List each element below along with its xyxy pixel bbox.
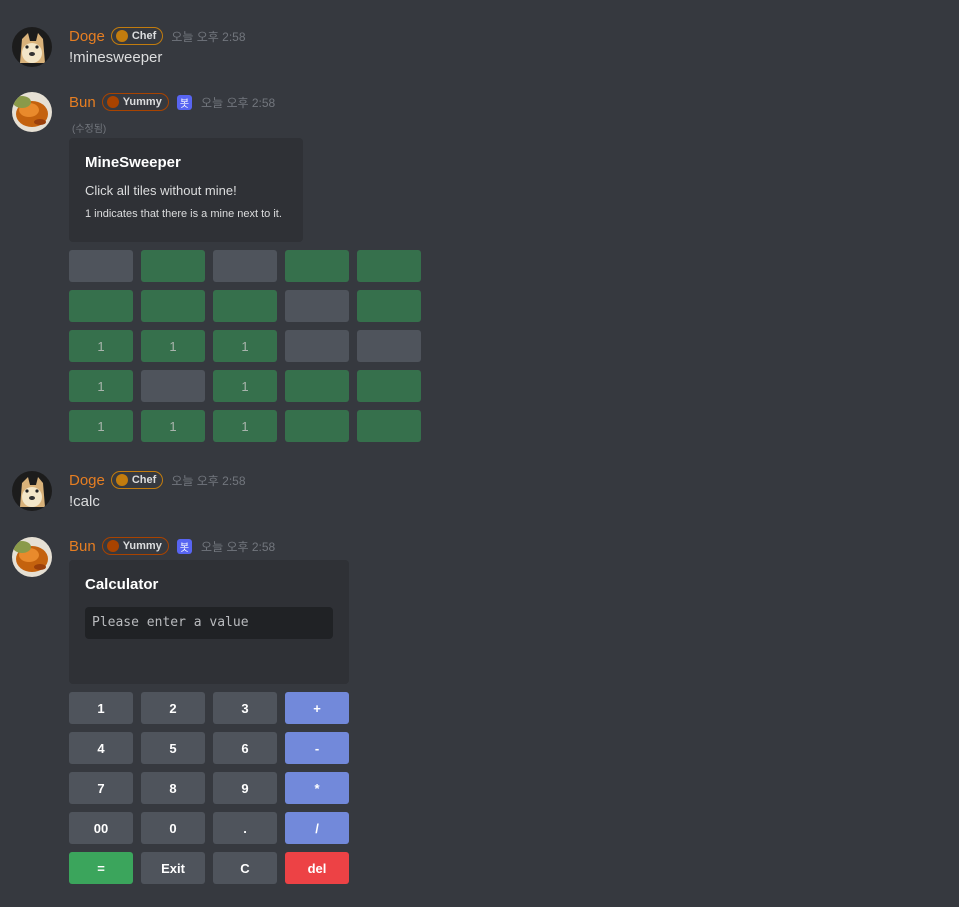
username[interactable]: Bun (69, 538, 96, 555)
username[interactable]: Doge (69, 28, 105, 45)
timestamp: 오늘 오후 2:58 (171, 29, 246, 44)
role-color-dot (115, 30, 128, 42)
role-color-dot (106, 96, 119, 108)
role-color-dot (115, 474, 128, 486)
mine-tile-r3-c3[interactable] (285, 370, 349, 402)
mine-tile-r0-c4[interactable] (357, 250, 421, 282)
message-header: Bun Yummy 봇 오늘 오후 2:58 (69, 535, 275, 557)
mine-tile-r0-c3[interactable] (285, 250, 349, 282)
calc-key-del[interactable]: del (285, 852, 349, 884)
mine-tile-r2-c4[interactable] (357, 330, 421, 362)
bun-avatar[interactable] (12, 537, 52, 577)
mine-tile-r1-c4[interactable] (357, 290, 421, 322)
calc-key-c[interactable]: C (213, 852, 277, 884)
mine-tile-r0-c0[interactable] (69, 250, 133, 282)
mine-tile-r3-c1[interactable] (141, 370, 205, 402)
embed-note: 1 indicates that there is a mine next to… (85, 208, 282, 220)
mine-tile-r1-c0[interactable] (69, 290, 133, 322)
mine-tile-r2-c2[interactable]: 1 (213, 330, 277, 362)
message-text: !calc (69, 493, 100, 510)
embed-title: MineSweeper (85, 154, 181, 171)
calc-key-minus[interactable]: - (285, 732, 349, 764)
mine-tile-r1-c3[interactable] (285, 290, 349, 322)
calc-key-3[interactable]: 3 (213, 692, 277, 724)
calc-key-5[interactable]: 5 (141, 732, 205, 764)
bun-avatar[interactable] (12, 92, 52, 132)
calc-key-8[interactable]: 8 (141, 772, 205, 804)
calculator-embed: Calculator Please enter a value (69, 560, 349, 684)
role-label: Yummy (122, 540, 162, 552)
doge-avatar[interactable] (12, 27, 52, 67)
message-header: Doge Chef 오늘 오후 2:58 (69, 25, 246, 47)
calc-key-plus[interactable]: + (285, 692, 349, 724)
calc-key-9[interactable]: 9 (213, 772, 277, 804)
mine-tile-r4-c4[interactable] (357, 410, 421, 442)
mine-tile-r4-c3[interactable] (285, 410, 349, 442)
doge-avatar[interactable] (12, 471, 52, 511)
mine-tile-r0-c1[interactable] (141, 250, 205, 282)
username[interactable]: Bun (69, 94, 96, 111)
mine-tile-r2-c3[interactable] (285, 330, 349, 362)
mine-tile-r1-c1[interactable] (141, 290, 205, 322)
role-badge-chef[interactable]: Chef (110, 471, 164, 489)
mine-tile-r4-c0[interactable]: 1 (69, 410, 133, 442)
calc-key-equals[interactable]: = (69, 852, 133, 884)
calc-key-decimal[interactable]: . (213, 812, 277, 844)
mine-tile-r3-c0[interactable]: 1 (69, 370, 133, 402)
calc-key-multiply[interactable]: * (285, 772, 349, 804)
role-badge-yummy[interactable]: Yummy (101, 537, 169, 555)
calc-key-00[interactable]: 00 (69, 812, 133, 844)
calc-key-2[interactable]: 2 (141, 692, 205, 724)
bot-tag: 봇 (176, 94, 193, 110)
minesweeper-embed: MineSweeper Click all tiles without mine… (69, 138, 303, 242)
embed-title: Calculator (85, 576, 159, 593)
timestamp: 오늘 오후 2:58 (201, 95, 276, 110)
calc-key-4[interactable]: 4 (69, 732, 133, 764)
bot-tag: 봇 (176, 538, 193, 554)
calc-key-7[interactable]: 7 (69, 772, 133, 804)
embed-description: Click all tiles without mine! (85, 183, 237, 198)
role-badge-chef[interactable]: Chef (110, 27, 164, 45)
mine-tile-r2-c1[interactable]: 1 (141, 330, 205, 362)
message-header: Doge Chef 오늘 오후 2:58 (69, 469, 246, 491)
mine-tile-r3-c4[interactable] (357, 370, 421, 402)
calc-key-divide[interactable]: / (285, 812, 349, 844)
mine-tile-r1-c2[interactable] (213, 290, 277, 322)
role-color-dot (106, 540, 119, 552)
message-header: Bun Yummy 봇 오늘 오후 2:58 (69, 91, 275, 113)
mine-tile-r3-c2[interactable]: 1 (213, 370, 277, 402)
calculator-display: Please enter a value (85, 607, 333, 639)
calc-key-6[interactable]: 6 (213, 732, 277, 764)
username[interactable]: Doge (69, 472, 105, 489)
mine-tile-r4-c2[interactable]: 1 (213, 410, 277, 442)
calc-key-1[interactable]: 1 (69, 692, 133, 724)
mine-tile-r0-c2[interactable] (213, 250, 277, 282)
edited-label: (수정됨) (72, 124, 107, 135)
mine-tile-r4-c1[interactable]: 1 (141, 410, 205, 442)
message-text: !minesweeper (69, 49, 163, 66)
calc-key-exit[interactable]: Exit (141, 852, 205, 884)
mine-tile-r2-c0[interactable]: 1 (69, 330, 133, 362)
role-label: Yummy (122, 96, 162, 108)
role-label: Chef (131, 30, 157, 42)
calc-key-0[interactable]: 0 (141, 812, 205, 844)
timestamp: 오늘 오후 2:58 (171, 473, 246, 488)
role-badge-yummy[interactable]: Yummy (101, 93, 169, 111)
timestamp: 오늘 오후 2:58 (201, 539, 276, 554)
role-label: Chef (131, 474, 157, 486)
